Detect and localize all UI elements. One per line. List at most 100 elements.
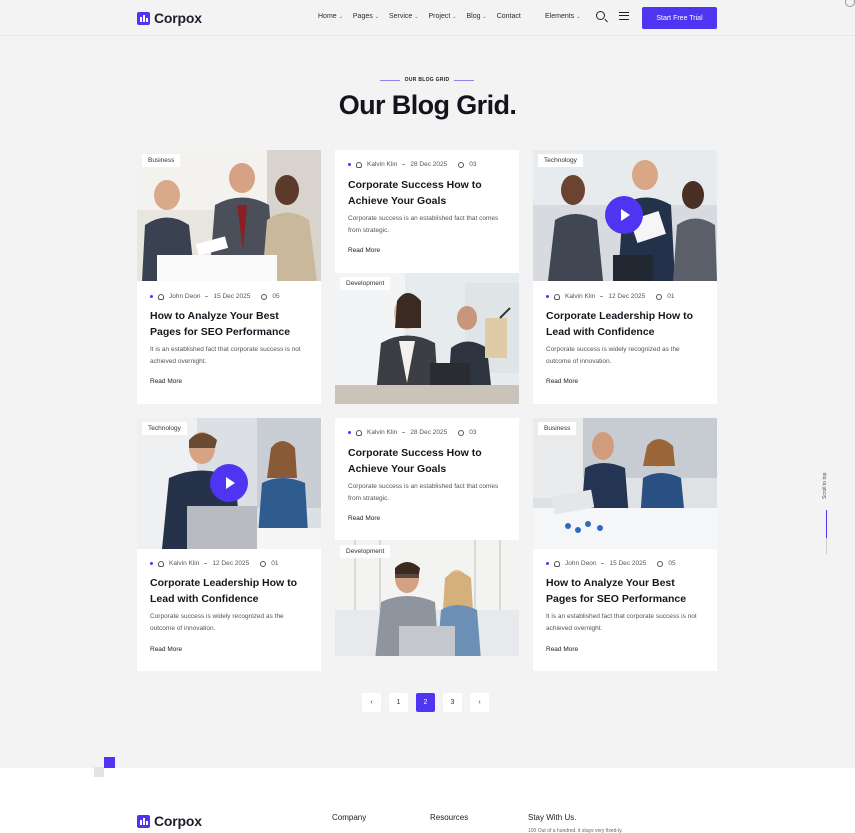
read-more-link[interactable]: Read More: [546, 646, 578, 653]
chevron-down-icon: ⌄: [338, 13, 343, 20]
page-button[interactable]: 1: [389, 693, 408, 712]
category-badge[interactable]: Development: [340, 545, 391, 558]
comment-icon: [458, 161, 465, 168]
chevron-left-icon[interactable]: ‹: [362, 693, 381, 712]
nav-label: Blog: [466, 13, 481, 20]
post-author[interactable]: Kalvin Klin: [367, 429, 397, 436]
footer-logo[interactable]: Corpox: [137, 813, 202, 829]
site-header: Corpox Home ⌄ Pages ⌄ Service ⌄ Project ⌄ Bl…: [0, 0, 855, 36]
chevron-down-icon: ⌄: [414, 13, 419, 20]
post-meta: John Deon 15 Dec 2025 05: [150, 293, 280, 300]
category-badge[interactable]: Business: [538, 422, 577, 435]
post-author[interactable]: Kalvin Klin: [565, 293, 595, 300]
start-free-trial-button[interactable]: Start Free Trial: [642, 7, 717, 29]
post-author[interactable]: Kalvin Klin: [169, 560, 199, 567]
post-date: 12 Dec 2025: [212, 560, 250, 567]
post-image[interactable]: [335, 273, 519, 404]
blog-card[interactable]: Kalvin Klin 28 Dec 2025 03 Corporate Suc…: [335, 418, 519, 671]
logo[interactable]: Corpox: [137, 10, 202, 26]
comment-count: 03: [469, 429, 477, 436]
post-image[interactable]: [533, 418, 717, 549]
user-icon: [356, 429, 362, 436]
post-date: 15 Dec 2025: [609, 560, 647, 567]
comment-icon: [656, 293, 663, 300]
blog-card[interactable]: Business John Deon 15 Dec 2025 05 How to…: [137, 150, 321, 404]
nav-label: Home: [318, 13, 337, 20]
user-icon: [158, 293, 164, 300]
nav-label: Pages: [352, 13, 373, 20]
divider: [600, 296, 604, 297]
page-button-current[interactable]: 2: [416, 693, 435, 712]
post-meta: Kalvin Klin 28 Dec 2025 03: [348, 429, 476, 436]
footer-heading-resources: Resources: [430, 813, 469, 822]
comment-icon: [458, 429, 465, 436]
nav-item-elements[interactable]: Elements ⌄: [545, 13, 580, 20]
post-meta: Kalvin Klin 12 Dec 2025 01: [546, 293, 674, 300]
comment-count: 05: [272, 293, 280, 300]
post-image[interactable]: [335, 540, 519, 671]
read-more-link[interactable]: Read More: [150, 646, 182, 653]
page-title: Our Blog Grid.: [338, 90, 517, 120]
post-author[interactable]: John Deon: [565, 560, 596, 567]
nav-item-service[interactable]: Service ⌄: [389, 13, 419, 20]
read-more-link[interactable]: Read More: [150, 378, 182, 385]
nav-label: Elements: [545, 13, 575, 20]
bullet-icon: [348, 431, 351, 434]
nav-item-home[interactable]: Home ⌄: [318, 13, 343, 20]
post-title[interactable]: How to Analyze Your Best Pages for SEO P…: [150, 308, 310, 340]
comment-icon: [657, 560, 664, 567]
play-icon[interactable]: [605, 196, 643, 234]
nav-item-contact[interactable]: Contact: [497, 13, 521, 20]
post-author[interactable]: John Deon: [169, 293, 200, 300]
menu-icon[interactable]: [619, 12, 629, 20]
comment-icon: [260, 560, 267, 567]
search-icon[interactable]: [596, 11, 605, 20]
nav-item-project[interactable]: Project ⌄: [429, 13, 457, 20]
user-icon: [158, 560, 164, 567]
decorative-square: [94, 767, 104, 777]
blog-card[interactable]: Technology Kalvin Klin 12 Dec 2025 01 Co…: [533, 150, 717, 404]
post-date: 28 Dec 2025: [410, 161, 448, 168]
post-title[interactable]: Corporate Success How to Achieve Your Go…: [348, 177, 508, 209]
bullet-icon: [150, 295, 153, 298]
nav-item-blog[interactable]: Blog ⌄: [467, 13, 487, 20]
category-badge[interactable]: Technology: [538, 154, 583, 167]
category-badge[interactable]: Development: [340, 277, 391, 290]
category-badge[interactable]: Business: [142, 154, 181, 167]
decorative-square: [104, 757, 115, 768]
category-badge[interactable]: Technology: [142, 422, 187, 435]
footer-text: 100 Out of a hundred, it stays very fixe…: [528, 828, 623, 833]
divider: [204, 563, 208, 564]
divider: [601, 563, 605, 564]
user-icon: [356, 161, 362, 168]
comment-count: 01: [667, 293, 675, 300]
section-eyebrow: OUR BLOG GRID: [376, 77, 478, 83]
nav-label: Service: [388, 13, 413, 20]
nav-item-pages[interactable]: Pages ⌄: [353, 13, 379, 20]
read-more-link[interactable]: Read More: [546, 378, 578, 385]
chevron-right-icon[interactable]: ›: [470, 693, 489, 712]
post-author[interactable]: Kalvin Klin: [367, 161, 397, 168]
footer-heading-company: Company: [332, 813, 367, 822]
read-more-link[interactable]: Read More: [348, 247, 380, 254]
post-title[interactable]: Corporate Leadership How to Lead with Co…: [150, 575, 310, 607]
bullet-icon: [348, 163, 351, 166]
logo-icon: [137, 814, 150, 828]
post-title[interactable]: Corporate Leadership How to Lead with Co…: [546, 308, 706, 340]
logo-icon: [137, 11, 150, 25]
page-button[interactable]: 3: [443, 693, 462, 712]
post-image[interactable]: [137, 150, 321, 281]
footer-heading-stay: Stay With Us.: [528, 813, 577, 822]
play-icon[interactable]: [210, 464, 248, 502]
post-title[interactable]: How to Analyze Your Best Pages for SEO P…: [546, 575, 706, 607]
post-date: 15 Dec 2025: [213, 293, 251, 300]
blog-card[interactable]: Business John Deon 15 Dec 2025 05 How to…: [533, 418, 717, 671]
scroll-to-top[interactable]: Scroll to top: [822, 466, 830, 506]
post-title[interactable]: Corporate Success How to Achieve Your Go…: [348, 445, 508, 477]
nav-label: Project: [428, 13, 451, 20]
read-more-link[interactable]: Read More: [348, 515, 380, 522]
bullet-icon: [546, 562, 549, 565]
blog-card[interactable]: Technology Kalvin Klin 12 Dec 2025 01 Co…: [137, 418, 321, 671]
bullet-icon: [546, 295, 549, 298]
blog-card[interactable]: Kalvin Klin 28 Dec 2025 03 Corporate Suc…: [335, 150, 519, 404]
